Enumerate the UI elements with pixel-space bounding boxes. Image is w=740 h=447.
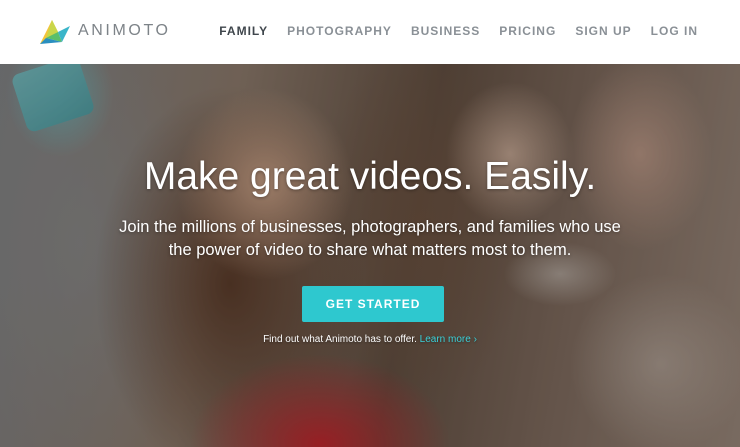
- hero-subhead: Join the millions of businesses, photogr…: [100, 216, 640, 262]
- nav-family[interactable]: FAMILY: [219, 24, 268, 38]
- nav-photography[interactable]: PHOTOGRAPHY: [287, 24, 392, 38]
- animoto-logo-icon: [40, 20, 70, 44]
- hero-subhead-line-1: Join the millions of businesses, photogr…: [119, 218, 621, 236]
- site-header: ANIMOTO FAMILY PHOTOGRAPHY BUSINESS PRIC…: [0, 0, 740, 64]
- brand-name: ANIMOTO: [78, 22, 171, 39]
- get-started-button[interactable]: GET STARTED: [302, 286, 444, 322]
- hero-headline: Make great videos. Easily.: [143, 155, 597, 198]
- main-nav: FAMILY PHOTOGRAPHY BUSINESS PRICING SIGN…: [200, 24, 698, 38]
- hero-subhead-line-2: the power of video to share what matters…: [168, 241, 572, 259]
- nav-business[interactable]: BUSINESS: [411, 24, 480, 38]
- nav-log-in[interactable]: LOG IN: [651, 24, 698, 38]
- learn-more-link[interactable]: Learn more ›: [420, 334, 477, 345]
- nav-pricing[interactable]: PRICING: [499, 24, 556, 38]
- offer-line: Find out what Animoto has to offer. Lear…: [0, 334, 740, 345]
- nav-sign-up[interactable]: SIGN UP: [575, 24, 631, 38]
- hero-section: Make great videos. Easily. Join the mill…: [0, 64, 740, 447]
- page: ANIMOTO FAMILY PHOTOGRAPHY BUSINESS PRIC…: [0, 0, 740, 447]
- offer-text: Find out what Animoto has to offer.: [263, 334, 417, 345]
- logo-link[interactable]: ANIMOTO: [38, 15, 171, 47]
- hero-content: Make great videos. Easily. Join the mill…: [0, 64, 740, 447]
